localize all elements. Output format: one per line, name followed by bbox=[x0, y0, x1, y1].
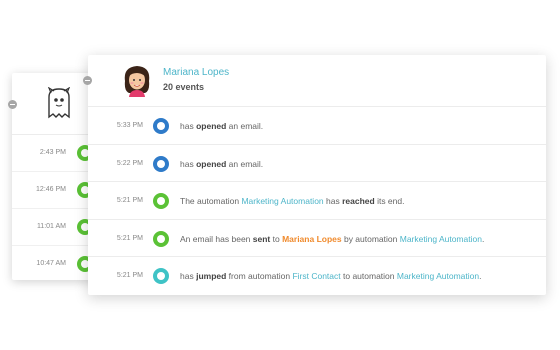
event-description: has opened an email. bbox=[180, 158, 264, 169]
event-description: has jumped from automation First Contact… bbox=[180, 271, 482, 281]
event-description: An email has been sent to Mariana Lopes … bbox=[180, 233, 485, 244]
contact-header: Mariana Lopes 20 events bbox=[88, 55, 546, 107]
back-card-collapse-button[interactable] bbox=[8, 100, 17, 109]
event-row: 5:21 PM The automation Marketing Automat… bbox=[88, 182, 546, 220]
event-time: 5:21 PM bbox=[116, 272, 143, 279]
automation-link[interactable]: Marketing Automation bbox=[400, 234, 482, 244]
event-time: 5:33 PM bbox=[116, 122, 143, 129]
contact-avatar bbox=[124, 66, 150, 97]
front-card-collapse-button[interactable] bbox=[83, 76, 92, 85]
contact-name-link[interactable]: Mariana Lopes bbox=[163, 67, 229, 78]
ghost-avatar-icon bbox=[47, 87, 71, 119]
event-description: The automation Marketing Automation has … bbox=[180, 196, 405, 206]
contact-link[interactable]: Mariana Lopes bbox=[282, 234, 342, 244]
jump-event-icon bbox=[153, 268, 169, 284]
event-row: 5:21 PM has jumped from automation First… bbox=[88, 257, 546, 295]
event-time: 5:21 PM bbox=[116, 234, 143, 242]
automation-link[interactable]: First Contact bbox=[292, 271, 340, 281]
back-event-time: 2:43 PM bbox=[39, 149, 66, 156]
event-row: 5:33 PM has opened an email. bbox=[88, 107, 546, 145]
event-count: 20 events bbox=[163, 82, 205, 92]
back-event-time: 11:01 AM bbox=[36, 223, 66, 230]
back-event-time: 12:46 PM bbox=[36, 186, 66, 193]
event-description: has opened an email. bbox=[180, 121, 264, 131]
automation-link[interactable]: Marketing Automation bbox=[241, 196, 323, 206]
front-timeline-card: Mariana Lopes 20 events 5:33 PM has open… bbox=[88, 55, 546, 295]
back-event-time: 10:47 AM bbox=[36, 260, 66, 267]
automation-event-icon bbox=[153, 230, 169, 247]
automation-event-icon bbox=[153, 193, 169, 209]
event-row: 5:22 PM has opened an email. bbox=[88, 145, 546, 182]
event-time: 5:21 PM bbox=[116, 197, 143, 204]
email-event-icon bbox=[153, 155, 169, 172]
automation-link[interactable]: Marketing Automation bbox=[397, 271, 479, 281]
event-time: 5:22 PM bbox=[116, 159, 143, 167]
event-row: 5:21 PM An email has been sent to Marian… bbox=[88, 220, 546, 257]
email-event-icon bbox=[153, 118, 169, 134]
